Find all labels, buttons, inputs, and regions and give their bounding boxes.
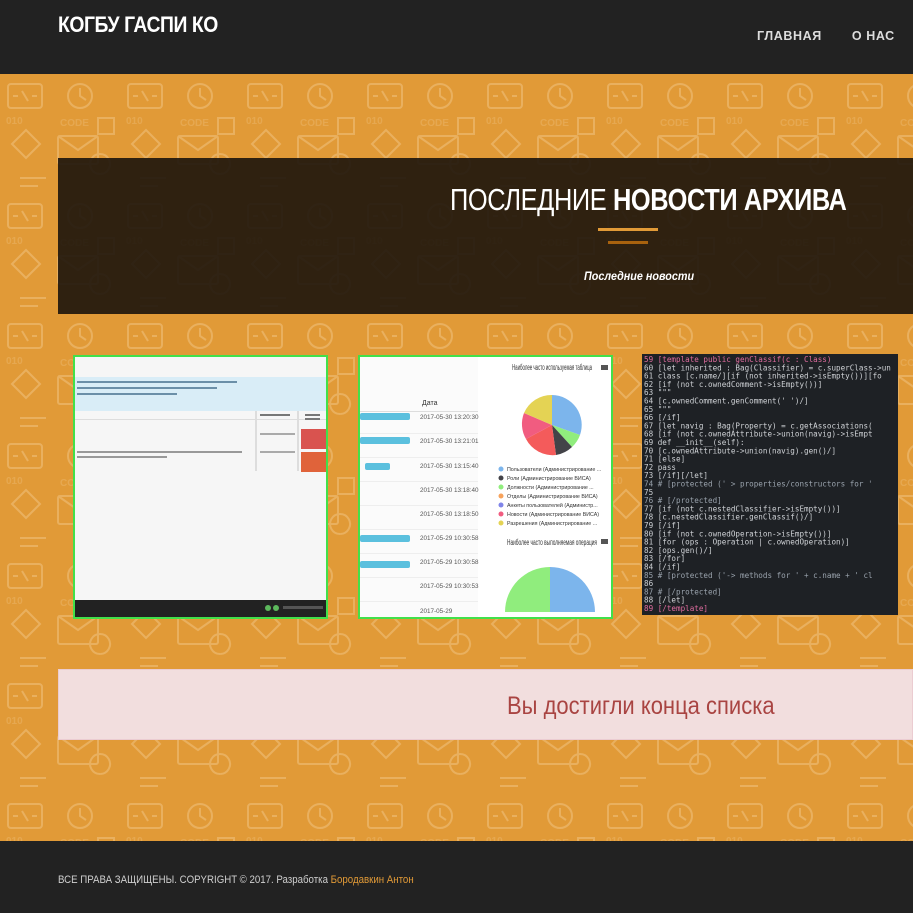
news-thumbnail-1	[75, 357, 326, 617]
title-underline-short	[608, 241, 648, 244]
news-thumbnail-3: 59 [template public genClassif(c : Class…	[642, 354, 898, 615]
chart2-title: Наиболее часто выполняемая операция	[507, 538, 597, 547]
date-cell: 2017-05-30 13:15:40	[420, 463, 479, 470]
code-line: 85 # [protected ('-> methods for ' + c.n…	[644, 571, 873, 580]
date-cell: 2017-05-30 13:20:30	[420, 414, 479, 421]
date-cell: 2017-05-29	[420, 608, 453, 615]
chart1-title: Наиболее часто используемая таблица	[512, 363, 592, 372]
end-of-list-message: Вы достигли конца списка	[507, 692, 775, 720]
date-cell: 2017-05-29 10:30:58	[420, 535, 479, 542]
code-line: 89 [/template]	[644, 604, 708, 613]
date-cell: 2017-05-29 10:30:58	[420, 559, 479, 566]
nav-item-about[interactable]: О НАС	[852, 29, 895, 43]
page-title: ПОСЛЕДНИЕ НОВОСТИ АРХИВА	[450, 182, 847, 217]
news-card-3[interactable]: 59 [template public genClassif(c : Class…	[642, 354, 898, 615]
date-cell: 2017-05-30 13:18:50	[420, 511, 479, 518]
legend-item: Пользователи (Администрирование ...	[507, 467, 601, 473]
news-thumbnail-2: Дата 2017-05-30 13:20:30 2017-05-30 13:2…	[360, 357, 611, 617]
nav-menu: ГЛАВНАЯ О НАС СО	[757, 29, 913, 43]
title-underline	[598, 228, 658, 231]
legend-item: Роли (Администрирование ВИСА)	[507, 476, 591, 482]
code-line: 74 # [protected (' > properties/construc…	[644, 480, 873, 489]
end-of-list-alert: Вы достигли конца списка	[58, 669, 913, 740]
navbar: КОГБУ ГАСПИ КО ГЛАВНАЯ О НАС СО	[0, 0, 913, 74]
news-card-2[interactable]: Дата 2017-05-30 13:20:30 2017-05-30 13:2…	[358, 355, 613, 619]
table-header: Дата	[422, 400, 438, 407]
legend-item: Анкеты пользователей (Администр...	[507, 502, 598, 509]
news-card-1[interactable]	[73, 355, 328, 619]
legend-item: Отделы (Администрирование ВИСА)	[507, 494, 598, 500]
date-cell: 2017-05-30 13:18:40	[420, 487, 479, 494]
footer: ВСЕ ПРАВА ЗАЩИЩЕНЫ. COPYRIGHT © 2017. Ра…	[0, 841, 913, 913]
date-cell: 2017-05-29 10:30:53	[420, 583, 479, 590]
brand-logo[interactable]: КОГБУ ГАСПИ КО	[58, 12, 218, 38]
date-cell: 2017-05-30 13:21:01	[420, 438, 479, 445]
author-link[interactable]: Бородавкин Антон	[331, 874, 414, 886]
nav-item-home[interactable]: ГЛАВНАЯ	[757, 29, 822, 43]
legend-item: Новости (Администрирование ВИСА)	[507, 512, 599, 518]
banner-subtitle: Последние новости	[584, 269, 695, 283]
news-banner: ПОСЛЕДНИЕ НОВОСТИ АРХИВА Последние новос…	[58, 158, 913, 314]
legend-item: Должности (Администрирование ...	[507, 485, 594, 491]
legend-item: Разрешения (Администрирование ...	[507, 521, 597, 527]
copyright-text: ВСЕ ПРАВА ЗАЩИЩЕНЫ. COPYRIGHT © 2017. Ра…	[58, 874, 414, 886]
